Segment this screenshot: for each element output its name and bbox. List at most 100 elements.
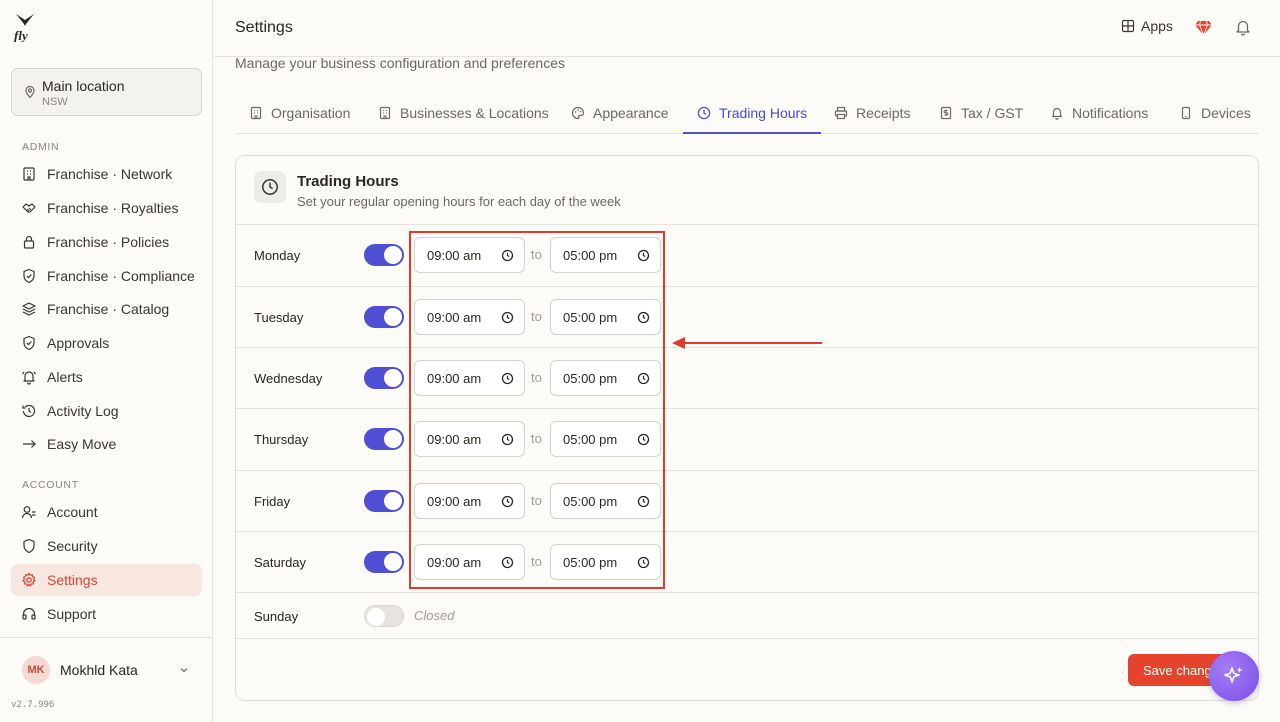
day-label: Thursday: [254, 432, 309, 447]
tab-tax-gst[interactable]: Tax / GST: [939, 92, 1023, 133]
gem-icon[interactable]: [1194, 18, 1213, 37]
sidebar-item-label: Alerts: [47, 369, 83, 385]
day-label: Sunday: [254, 609, 299, 624]
app-version: v2.7.996: [11, 700, 55, 710]
headset-icon: [22, 607, 36, 620]
palette-icon: [571, 106, 585, 119]
tab-label: Appearance: [593, 104, 669, 121]
tab-devices[interactable]: Devices: [1179, 92, 1251, 133]
sidebar-item-activity-log[interactable]: Activity Log: [11, 395, 202, 427]
day-label: Saturday: [254, 555, 307, 570]
location-switcher[interactable]: Main location NSW: [11, 68, 202, 116]
day-open-toggle[interactable]: [364, 306, 404, 328]
sidebar-item-label: Franchise · Network: [47, 166, 173, 182]
sidebar-item-approvals[interactable]: Approvals: [11, 327, 202, 359]
handshake-icon: [22, 203, 36, 213]
fly-logo[interactable]: fly: [12, 12, 38, 42]
settings-tabs: Organisation Businesses & Locations Appe…: [235, 92, 1259, 134]
chevron-down-icon: [180, 668, 188, 673]
tab-receipts[interactable]: Receipts: [834, 92, 910, 133]
day-label: Wednesday: [254, 371, 323, 386]
history-icon: [22, 404, 36, 418]
arrow-right-icon: [23, 440, 36, 448]
sidebar-item-label: Easy Move: [47, 436, 117, 452]
tab-organisation[interactable]: Organisation: [249, 92, 350, 133]
sidebar-item-label: Approvals: [47, 335, 110, 351]
sidebar-item-franchise-compliance[interactable]: Franchise · Compliance: [11, 260, 202, 292]
location-name: Main location: [42, 78, 125, 94]
card-icon-container: [254, 171, 286, 203]
user-icon: [21, 506, 36, 519]
sidebar-item-franchise-catalog[interactable]: Franchise · Catalog: [11, 293, 202, 325]
day-row-sunday: Sunday Closed: [236, 592, 1258, 639]
day-open-toggle[interactable]: [364, 551, 404, 573]
clock-icon: [697, 106, 711, 119]
user-name: Mokhld Kata: [60, 662, 138, 678]
toggle-knob: [384, 553, 402, 571]
sidebar-item-alerts[interactable]: Alerts: [11, 361, 202, 393]
card-title: Trading Hours: [297, 173, 399, 190]
day-open-toggle[interactable]: [364, 490, 404, 512]
shield-check-icon: [23, 268, 35, 284]
day-row-friday: Friday 09:00 am to 05:00 pm: [236, 470, 1258, 531]
bell-ring-icon: [22, 371, 36, 385]
tab-appearance[interactable]: Appearance: [571, 92, 669, 133]
sidebar: fly Main location NSW ADMIN Franchise · …: [0, 0, 213, 722]
sidebar-item-label: Activity Log: [47, 403, 119, 419]
tab-label: Trading Hours: [719, 104, 808, 121]
ai-assistant-button[interactable]: [1209, 651, 1259, 701]
apps-label: Apps: [1141, 18, 1173, 34]
tab-label: Tax / GST: [961, 104, 1024, 121]
tab-label: Organisation: [271, 104, 351, 121]
day-open-toggle[interactable]: [364, 428, 404, 450]
shield-icon: [23, 538, 35, 554]
tab-businesses-locations[interactable]: Businesses & Locations: [378, 92, 549, 133]
account-section-label: ACCOUNT: [22, 479, 79, 491]
tab-trading-hours[interactable]: Trading Hours: [682, 92, 822, 134]
tab-notifications[interactable]: Notifications: [1050, 92, 1148, 133]
toggle-knob: [384, 308, 402, 326]
page-title: Settings: [235, 19, 293, 36]
sidebar-item-account[interactable]: Account: [11, 496, 202, 528]
sidebar-item-label: Settings: [47, 572, 98, 588]
printer-icon: [834, 106, 848, 119]
gear-icon: [22, 572, 36, 587]
top-header: Settings Apps: [214, 0, 1280, 57]
tab-label: Receipts: [856, 104, 911, 121]
sidebar-item-label: Franchise · Royalties: [47, 200, 179, 216]
day-row-saturday: Saturday 09:00 am to 05:00 pm: [236, 531, 1258, 592]
grid-icon: [1121, 19, 1135, 33]
sidebar-item-label: Support: [47, 606, 97, 622]
sidebar-item-label: Franchise · Compliance: [47, 268, 195, 284]
toggle-knob: [384, 246, 402, 264]
sidebar-item-franchise-policies[interactable]: Franchise · Policies: [11, 226, 202, 258]
sidebar-item-franchise-network[interactable]: Franchise · Network: [11, 158, 202, 190]
day-label: Friday: [254, 494, 291, 509]
tab-label: Devices: [1201, 104, 1251, 121]
building-icon: [250, 106, 262, 119]
sidebar-item-label: Security: [47, 538, 98, 554]
building-icon: [23, 167, 35, 181]
sidebar-item-security[interactable]: Security: [11, 530, 202, 562]
map-pin-icon: [25, 85, 35, 99]
svg-text:fly: fly: [14, 28, 28, 42]
page-subtitle: Manage your business configuration and p…: [235, 55, 565, 71]
toggle-knob: [384, 369, 402, 387]
sidebar-item-settings[interactable]: Settings: [11, 564, 202, 596]
sidebar-item-support[interactable]: Support: [11, 598, 202, 630]
sidebar-item-label: Franchise · Catalog: [47, 301, 170, 317]
apps-button[interactable]: Apps: [1121, 18, 1173, 34]
sidebar-item-franchise-royalties[interactable]: Franchise · Royalties: [11, 192, 202, 224]
tab-label: Notifications: [1072, 104, 1149, 121]
toggle-knob: [367, 608, 385, 626]
sidebar-item-easy-move[interactable]: Easy Move: [11, 428, 202, 460]
day-label: Tuesday: [254, 310, 304, 325]
day-open-toggle[interactable]: [364, 605, 404, 627]
bell-icon[interactable]: [1234, 18, 1252, 36]
user-menu[interactable]: MK Mokhld Kata: [0, 637, 213, 701]
admin-section-label: ADMIN: [22, 141, 60, 153]
day-open-toggle[interactable]: [364, 244, 404, 266]
day-open-toggle[interactable]: [364, 367, 404, 389]
day-row-monday: Monday 09:00 am to 05:00 pm: [236, 224, 1258, 286]
day-row-thursday: Thursday 09:00 am to 05:00 pm: [236, 408, 1258, 470]
